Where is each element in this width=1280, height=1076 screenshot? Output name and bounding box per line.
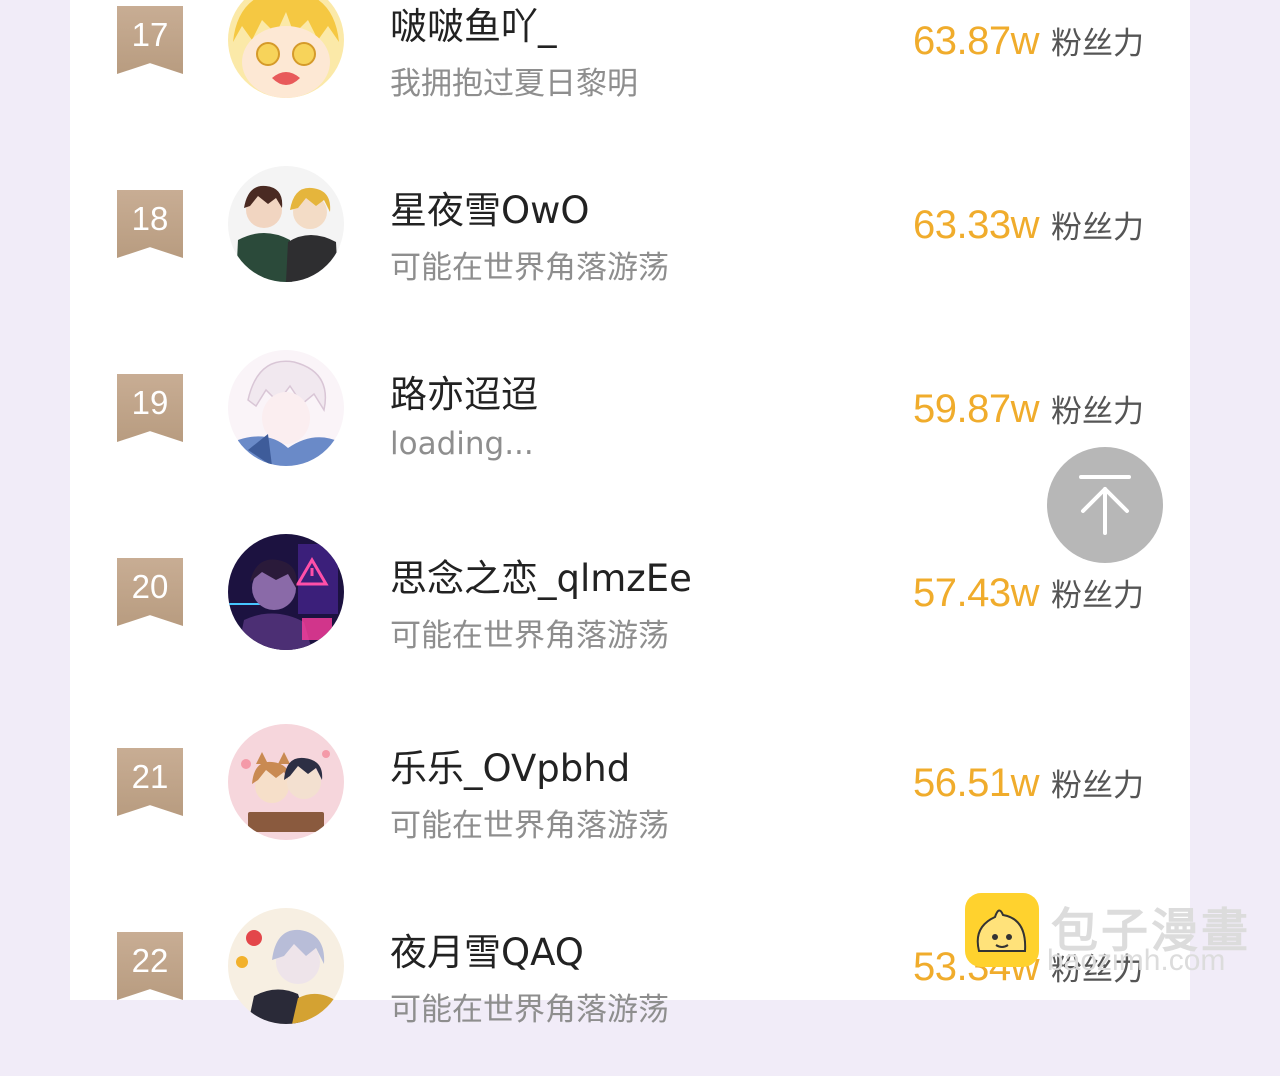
fan-power-unit: 粉丝力 xyxy=(1051,768,1144,804)
list-item[interactable]: 17 啵啵鱼吖_ 我拥抱过夏日黎明 63.87w 粉丝力 xyxy=(70,0,1190,150)
avatar[interactable] xyxy=(228,724,344,840)
user-status: 可能在世界角落游荡 xyxy=(390,250,669,286)
user-name[interactable]: 夜月雪QAQ xyxy=(390,922,584,976)
rank-badge: 21 xyxy=(117,748,183,816)
fan-power-unit: 粉丝力 xyxy=(1051,210,1144,246)
user-status: 可能在世界角落游荡 xyxy=(390,808,669,844)
rank-badge: 18 xyxy=(117,190,183,258)
list-item[interactable]: 19 路亦迢迢 loading... 59.87w 粉丝力 xyxy=(70,334,1190,518)
avatar[interactable] xyxy=(228,908,344,1024)
rank-badge: 17 xyxy=(117,6,183,74)
fan-power-value: 63.33w xyxy=(913,203,1039,247)
user-status: 我拥抱过夏日黎明 xyxy=(390,66,638,102)
user-name[interactable]: 路亦迢迢 xyxy=(390,364,538,418)
avatar[interactable] xyxy=(228,350,344,466)
avatar[interactable] xyxy=(228,534,344,650)
fan-power-value: 63.87w xyxy=(913,19,1039,63)
user-status: 可能在世界角落游荡 xyxy=(390,618,669,654)
user-name[interactable]: 乐乐_OVpbhd xyxy=(390,738,630,792)
watermark-url: baozimh.com xyxy=(1047,944,1226,977)
avatar[interactable] xyxy=(228,0,344,98)
user-name[interactable]: 星夜雪OwO xyxy=(390,180,590,234)
bun-logo-icon xyxy=(965,893,1039,967)
user-name[interactable]: 思念之恋_qlmzEe xyxy=(390,548,692,602)
fan-power: 63.87w 粉丝力 xyxy=(913,18,1144,64)
fan-power: 63.33w 粉丝力 xyxy=(913,202,1144,248)
fan-power-value: 57.43w xyxy=(913,571,1039,615)
list-item[interactable]: 20 思念之恋_qlmzEe 可能在世界角落游荡 57.43w 粉丝力 xyxy=(70,518,1190,702)
fan-power-unit: 粉丝力 xyxy=(1051,578,1144,614)
list-item[interactable]: 18 星夜雪OwO 可能在世界角落游荡 63.33w 粉丝力 xyxy=(70,150,1190,334)
fan-power-value: 59.87w xyxy=(913,387,1039,431)
rank-badge: 19 xyxy=(117,374,183,442)
rank-badge: 22 xyxy=(117,932,183,1000)
back-to-top-button[interactable] xyxy=(1047,447,1163,563)
fan-power-unit: 粉丝力 xyxy=(1051,26,1144,62)
fan-power: 56.51w 粉丝力 xyxy=(913,760,1144,806)
avatar[interactable] xyxy=(228,166,344,282)
list-item[interactable]: 21 乐乐_OVpbhd 可能在世界角落游荡 56.51w 粉丝力 xyxy=(70,708,1190,892)
user-status: 可能在世界角落游荡 xyxy=(390,992,669,1028)
arrow-up-icon xyxy=(1079,475,1131,535)
fan-power: 59.87w 粉丝力 xyxy=(913,386,1144,432)
fan-power: 57.43w 粉丝力 xyxy=(913,570,1144,616)
user-name[interactable]: 啵啵鱼吖_ xyxy=(390,0,557,50)
leaderboard-panel: 17 啵啵鱼吖_ 我拥抱过夏日黎明 63.87w 粉丝力 18 星夜雪OwO 可… xyxy=(70,0,1190,1028)
fan-power-value: 56.51w xyxy=(913,761,1039,805)
user-status: loading... xyxy=(390,426,534,462)
fan-power-unit: 粉丝力 xyxy=(1051,394,1144,430)
rank-badge: 20 xyxy=(117,558,183,626)
